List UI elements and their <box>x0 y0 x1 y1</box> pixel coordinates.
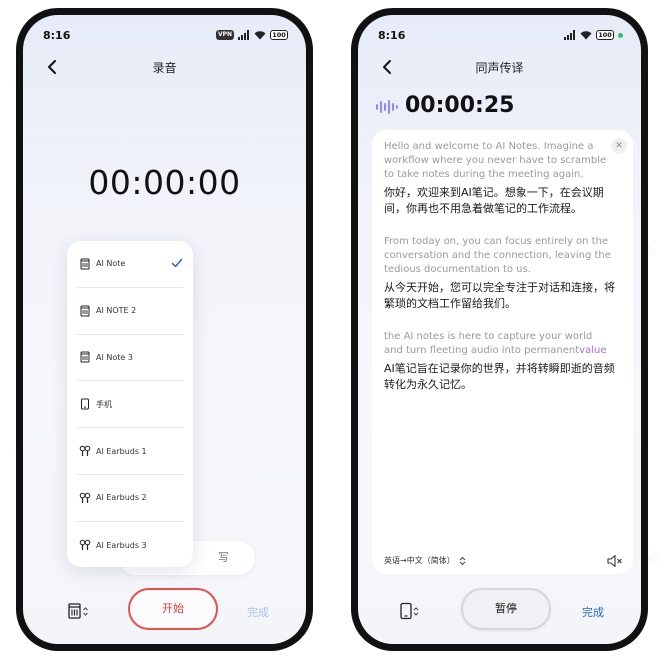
source-text-main: the AI notes is here to capture your wor… <box>384 331 593 356</box>
device-option-label: AI Earbuds 3 <box>96 540 147 550</box>
wifi-icon <box>254 31 266 40</box>
device-option-earbuds-3[interactable]: AI Earbuds 3 <box>77 522 183 569</box>
source-text: the AI notes is here to capture your wor… <box>384 330 621 358</box>
chevron-updown-icon <box>413 607 419 616</box>
signal-icon <box>238 30 249 40</box>
vpn-icon: VPN <box>215 30 234 40</box>
recorder-icon <box>68 603 81 619</box>
earbuds-icon <box>79 445 91 457</box>
earbuds-icon <box>79 492 91 503</box>
recorder-icon <box>80 351 90 363</box>
device-option-label: AI Earbuds 2 <box>96 493 147 503</box>
device-option-ai-note-2[interactable]: AI NOTE 2 <box>77 288 183 335</box>
start-recording-button[interactable]: 开始 <box>128 588 218 630</box>
device-option-label: AI NOTE 2 <box>96 306 137 316</box>
device-option-phone[interactable]: 手机 <box>77 381 183 429</box>
finish-button-disabled[interactable]: 完成 <box>247 604 269 620</box>
translated-text: 你好，欢迎来到AI笔记。想象一下，在会议期间，你再也不用急着做笔记的工作流程。 <box>384 186 604 215</box>
device-option-ai-note-3[interactable]: AI Note 3 <box>77 335 183 382</box>
recording-timer: 00:00:00 <box>88 163 241 202</box>
close-icon[interactable]: ✕ <box>611 138 627 154</box>
battery-icon: 100 <box>596 30 614 40</box>
device-option-ai-note[interactable]: AI Note <box>77 241 183 288</box>
translated-text: AI笔记旨在记录你的世界，并将转瞬即逝的音频转化为永久记忆。 <box>384 362 615 391</box>
device-option-earbuds-2[interactable]: AI Earbuds 2 <box>77 475 183 522</box>
status-icons: VPN 100 <box>215 30 288 40</box>
elapsed-timer: 00:00:25 <box>405 93 515 118</box>
waveform-icon <box>376 100 398 114</box>
mute-icon[interactable] <box>607 554 623 568</box>
earbuds-icon <box>79 539 91 551</box>
device-option-label: AI Note 3 <box>96 352 133 362</box>
check-icon <box>171 258 183 268</box>
device-dropdown: AI Note AI NOTE 2 AI Note 3 手机 AI Earbud… <box>67 241 193 567</box>
battery-icon: 100 <box>270 30 288 40</box>
device-option-label: AI Earbuds 1 <box>96 446 147 456</box>
source-text: From today on, you can focus entirely on… <box>384 236 611 275</box>
chevron-updown-icon <box>459 556 466 565</box>
device-option-earbuds-1[interactable]: AI Earbuds 1 <box>77 428 183 475</box>
pause-button[interactable]: 暂停 <box>461 588 551 630</box>
phone-frame-interpretation: 8:16 100 同声传译 00:00:25 ✕ Hello and welco… <box>351 8 648 651</box>
recorder-icon <box>80 305 90 317</box>
status-icons: 100 <box>564 30 623 40</box>
device-option-label: AI Note <box>96 259 126 269</box>
device-selector-button[interactable] <box>67 601 93 621</box>
device-selector-button[interactable] <box>398 601 422 621</box>
translated-text: 从今天开始，您可以完全专注于对话和连接，将繁琐的文档工作留给我们。 <box>384 281 615 310</box>
phone-frame-recording: 8:16 VPN 100 录音 00:00:00 写 AI Note AI NO… <box>16 8 313 651</box>
source-text: Hello and welcome to AI Notes. Imagine a… <box>384 141 607 180</box>
signal-icon <box>564 30 575 40</box>
phone-icon <box>400 602 412 620</box>
interpretation-screen: 8:16 100 同声传译 00:00:25 ✕ Hello and welco… <box>358 15 641 644</box>
finish-button[interactable]: 完成 <box>582 604 604 620</box>
phone-icon <box>81 398 89 410</box>
language-pair-selector[interactable]: 英语→中文（简体） <box>384 555 466 566</box>
recording-indicator-dot <box>618 32 623 38</box>
transcript-paragraph: the AI notes is here to capture your wor… <box>384 330 621 393</box>
recording-screen: 8:16 VPN 100 录音 00:00:00 写 AI Note AI NO… <box>23 15 306 644</box>
page-title: 录音 <box>152 61 177 75</box>
language-pair-label: 英语→中文（简体） <box>384 556 455 565</box>
transcript-card: ✕ Hello and welcome to AI Notes. Imagine… <box>372 130 633 574</box>
transcript-paragraph: Hello and welcome to AI Notes. Imagine a… <box>384 140 621 217</box>
chevron-updown-icon <box>83 607 88 616</box>
transcript-paragraph: From today on, you can focus entirely on… <box>384 235 621 312</box>
status-time: 8:16 <box>378 29 406 42</box>
nav-bar: 录音 <box>23 55 306 79</box>
wifi-icon <box>580 31 592 40</box>
nav-bar: 同声传译 <box>358 55 641 79</box>
recorder-icon <box>80 258 90 270</box>
status-bar: 8:16 VPN 100 <box>23 29 306 45</box>
page-title: 同声传译 <box>475 61 524 75</box>
status-time: 8:16 <box>43 29 71 42</box>
status-bar: 8:16 100 <box>358 29 641 45</box>
canvas: 录音笔记·6386 录音笔记·6386 录音笔记·6386 录音笔记·6386 … <box>0 0 663 657</box>
live-word-highlight: value <box>579 345 607 356</box>
device-option-label: 手机 <box>96 399 112 409</box>
